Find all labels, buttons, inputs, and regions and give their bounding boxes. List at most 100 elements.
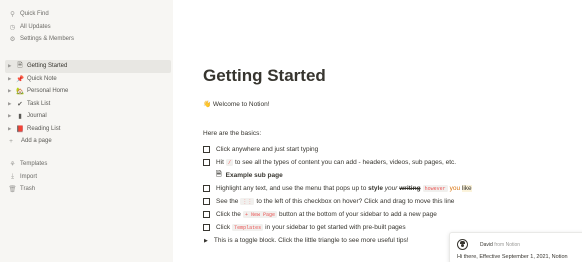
add-page-button[interactable]: + Add a page — [8, 135, 168, 148]
inline-code: + New Page — [242, 211, 277, 218]
chat-notification[interactable]: David from Notion Hi there, Effective Se… — [449, 232, 582, 262]
clock-icon: ◷ — [9, 23, 16, 31]
checkbox[interactable] — [203, 146, 210, 153]
todo-text: to the left of this checkbox on hover? C… — [256, 198, 455, 205]
journal-icon: ▮ — [18, 113, 22, 121]
strikethrough-text: writing — [399, 185, 421, 192]
basics-heading[interactable]: Here are the basics: — [203, 130, 261, 137]
sender-source: from Notion — [494, 242, 521, 248]
highlighted-text: like — [461, 185, 472, 192]
settings-members-label: Settings & Members — [20, 36, 75, 43]
todo-text: in your sidebar to get started with pre-… — [265, 224, 406, 231]
plus-icon: + — [9, 137, 13, 145]
welcome-line[interactable]: 👋 Welcome to Notion! — [203, 100, 270, 108]
todo-item[interactable]: Highlight any text, and use the menu tha… — [203, 182, 472, 195]
expand-triangle-icon[interactable]: ▶ — [8, 76, 15, 82]
import-icon: ⤓ — [11, 172, 14, 180]
templates-label: Templates — [20, 161, 48, 168]
todo-item[interactable]: Click Templates in your sidebar to get s… — [203, 221, 472, 234]
checkbox[interactable] — [203, 159, 210, 166]
quick-find-label: Quick Find — [20, 11, 49, 18]
page-icon: 🗎 — [17, 61, 23, 69]
todo-text: to see all the types of content you can … — [234, 159, 457, 166]
notification-message: Hi there, Effective September 1, 2021, N… — [457, 254, 568, 260]
sidebar-item-task-list[interactable]: ▶ ✔ Task List — [8, 98, 168, 111]
sidebar-item-label: Quick Note — [27, 75, 57, 82]
quick-find-item[interactable]: ⚲ Quick Find — [8, 8, 74, 21]
todo-text: See the — [216, 198, 239, 205]
trash-item[interactable]: 🗑 Trash — [8, 183, 47, 196]
page-icon: 🗎 — [216, 171, 222, 178]
page-title[interactable]: Getting Started — [203, 66, 326, 86]
todo-text: Hit — [216, 159, 224, 166]
search-icon: ⚲ — [10, 11, 15, 19]
settings-members-item[interactable]: ⚙ Settings & Members — [8, 33, 74, 46]
pin-icon: 📌 — [15, 75, 25, 83]
bold-text: style — [368, 185, 383, 192]
page-content: Getting Started 👋 Welcome to Notion! Her… — [173, 0, 582, 262]
house-icon: 🏡 — [15, 88, 25, 96]
checkbox[interactable] — [203, 224, 210, 231]
sub-page-link[interactable]: 🗎 Example sub page — [203, 169, 472, 182]
import-label: Import — [20, 173, 38, 180]
expand-triangle-icon[interactable]: ▶ — [8, 113, 15, 119]
expand-triangle-icon[interactable]: ▶ — [8, 126, 15, 132]
orange-text: you — [449, 185, 461, 192]
sub-page-label: Example sub page — [225, 172, 283, 179]
expand-triangle-icon[interactable]: ▶ — [8, 101, 15, 107]
todo-text: Highlight any text, and use the menu tha… — [216, 185, 367, 192]
sidebar-item-label: Journal — [27, 113, 47, 120]
todo-list: Click anywhere and just start typing Hit… — [203, 143, 472, 247]
checkbox[interactable] — [203, 198, 210, 205]
checkbox[interactable] — [203, 211, 210, 218]
todo-text: Click anywhere and just start typing — [216, 146, 319, 153]
sidebar-item-reading-list[interactable]: ▶ 📕 Reading List — [8, 123, 168, 136]
import-item[interactable]: ⤓ Import — [8, 171, 47, 184]
inline-code: however — [422, 185, 448, 192]
todo-item[interactable]: Click anywhere and just start typing — [203, 143, 472, 156]
templates-item[interactable]: ⚘ Templates — [8, 158, 48, 171]
waving-hand-icon: 👋 — [203, 101, 212, 108]
all-updates-label: All Updates — [20, 23, 51, 30]
inline-code: Templates — [232, 224, 264, 231]
todo-item[interactable]: See the ⋮⋮ to the left of this checkbox … — [203, 195, 472, 208]
inline-code: ⋮⋮ — [240, 198, 255, 205]
add-page-label: Add a page — [21, 138, 52, 145]
sidebar: ⚲ Quick Find ◷ All Updates ⚙ Settings & … — [0, 0, 173, 262]
expand-triangle-icon[interactable]: ▶ — [8, 88, 15, 94]
sidebar-bottom-menu: ⚘ Templates ⤓ Import 🗑 Trash — [8, 158, 47, 196]
notification-sender: David from Notion — [480, 242, 520, 248]
toggle-triangle-icon[interactable]: ▶ — [204, 238, 208, 244]
todo-item[interactable]: Hit / to see all the types of content yo… — [203, 156, 472, 169]
templates-icon: ⚘ — [9, 161, 16, 169]
sidebar-item-journal[interactable]: ▶ ▮ Journal — [8, 110, 168, 123]
sidebar-top-menu: ⚲ Quick Find ◷ All Updates ⚙ Settings & … — [8, 8, 74, 46]
gear-icon: ⚙ — [9, 36, 16, 44]
sidebar-page-list: ▶ 🗎 Getting Started ▶ 📌 Quick Note ▶ 🏡 P… — [5, 60, 171, 148]
sidebar-item-label: Getting Started — [27, 63, 68, 70]
books-icon: 📕 — [15, 125, 25, 133]
inline-code: / — [225, 159, 233, 166]
checkmark-icon: ✔ — [17, 100, 23, 108]
todo-text: button at the bottom of your sidebar to … — [278, 211, 437, 218]
sender-name: David — [480, 242, 493, 248]
welcome-text: Welcome to Notion! — [212, 101, 270, 108]
expand-triangle-icon[interactable]: ▶ — [8, 63, 15, 69]
todo-item[interactable]: Click the + New Page button at the botto… — [203, 208, 472, 221]
sidebar-item-label: Reading List — [27, 125, 61, 132]
trash-icon: 🗑 — [8, 186, 17, 194]
todo-text: Click — [216, 224, 231, 231]
sidebar-item-label: Task List — [27, 100, 51, 107]
italic-text: your — [384, 185, 398, 192]
sidebar-item-getting-started[interactable]: ▶ 🗎 Getting Started — [5, 60, 171, 73]
checkbox[interactable] — [203, 185, 210, 192]
all-updates-item[interactable]: ◷ All Updates — [8, 21, 74, 34]
sidebar-item-quick-note[interactable]: ▶ 📌 Quick Note — [8, 73, 168, 86]
toggle-text: This is a toggle block. Click the little… — [213, 237, 409, 244]
avatar — [457, 239, 468, 250]
toggle-block[interactable]: ▶ This is a toggle block. Click the litt… — [203, 234, 472, 247]
sidebar-item-label: Personal Home — [27, 88, 69, 95]
todo-text: Click the — [216, 211, 241, 218]
trash-label: Trash — [20, 186, 36, 193]
sidebar-item-personal-home[interactable]: ▶ 🏡 Personal Home — [8, 85, 168, 98]
